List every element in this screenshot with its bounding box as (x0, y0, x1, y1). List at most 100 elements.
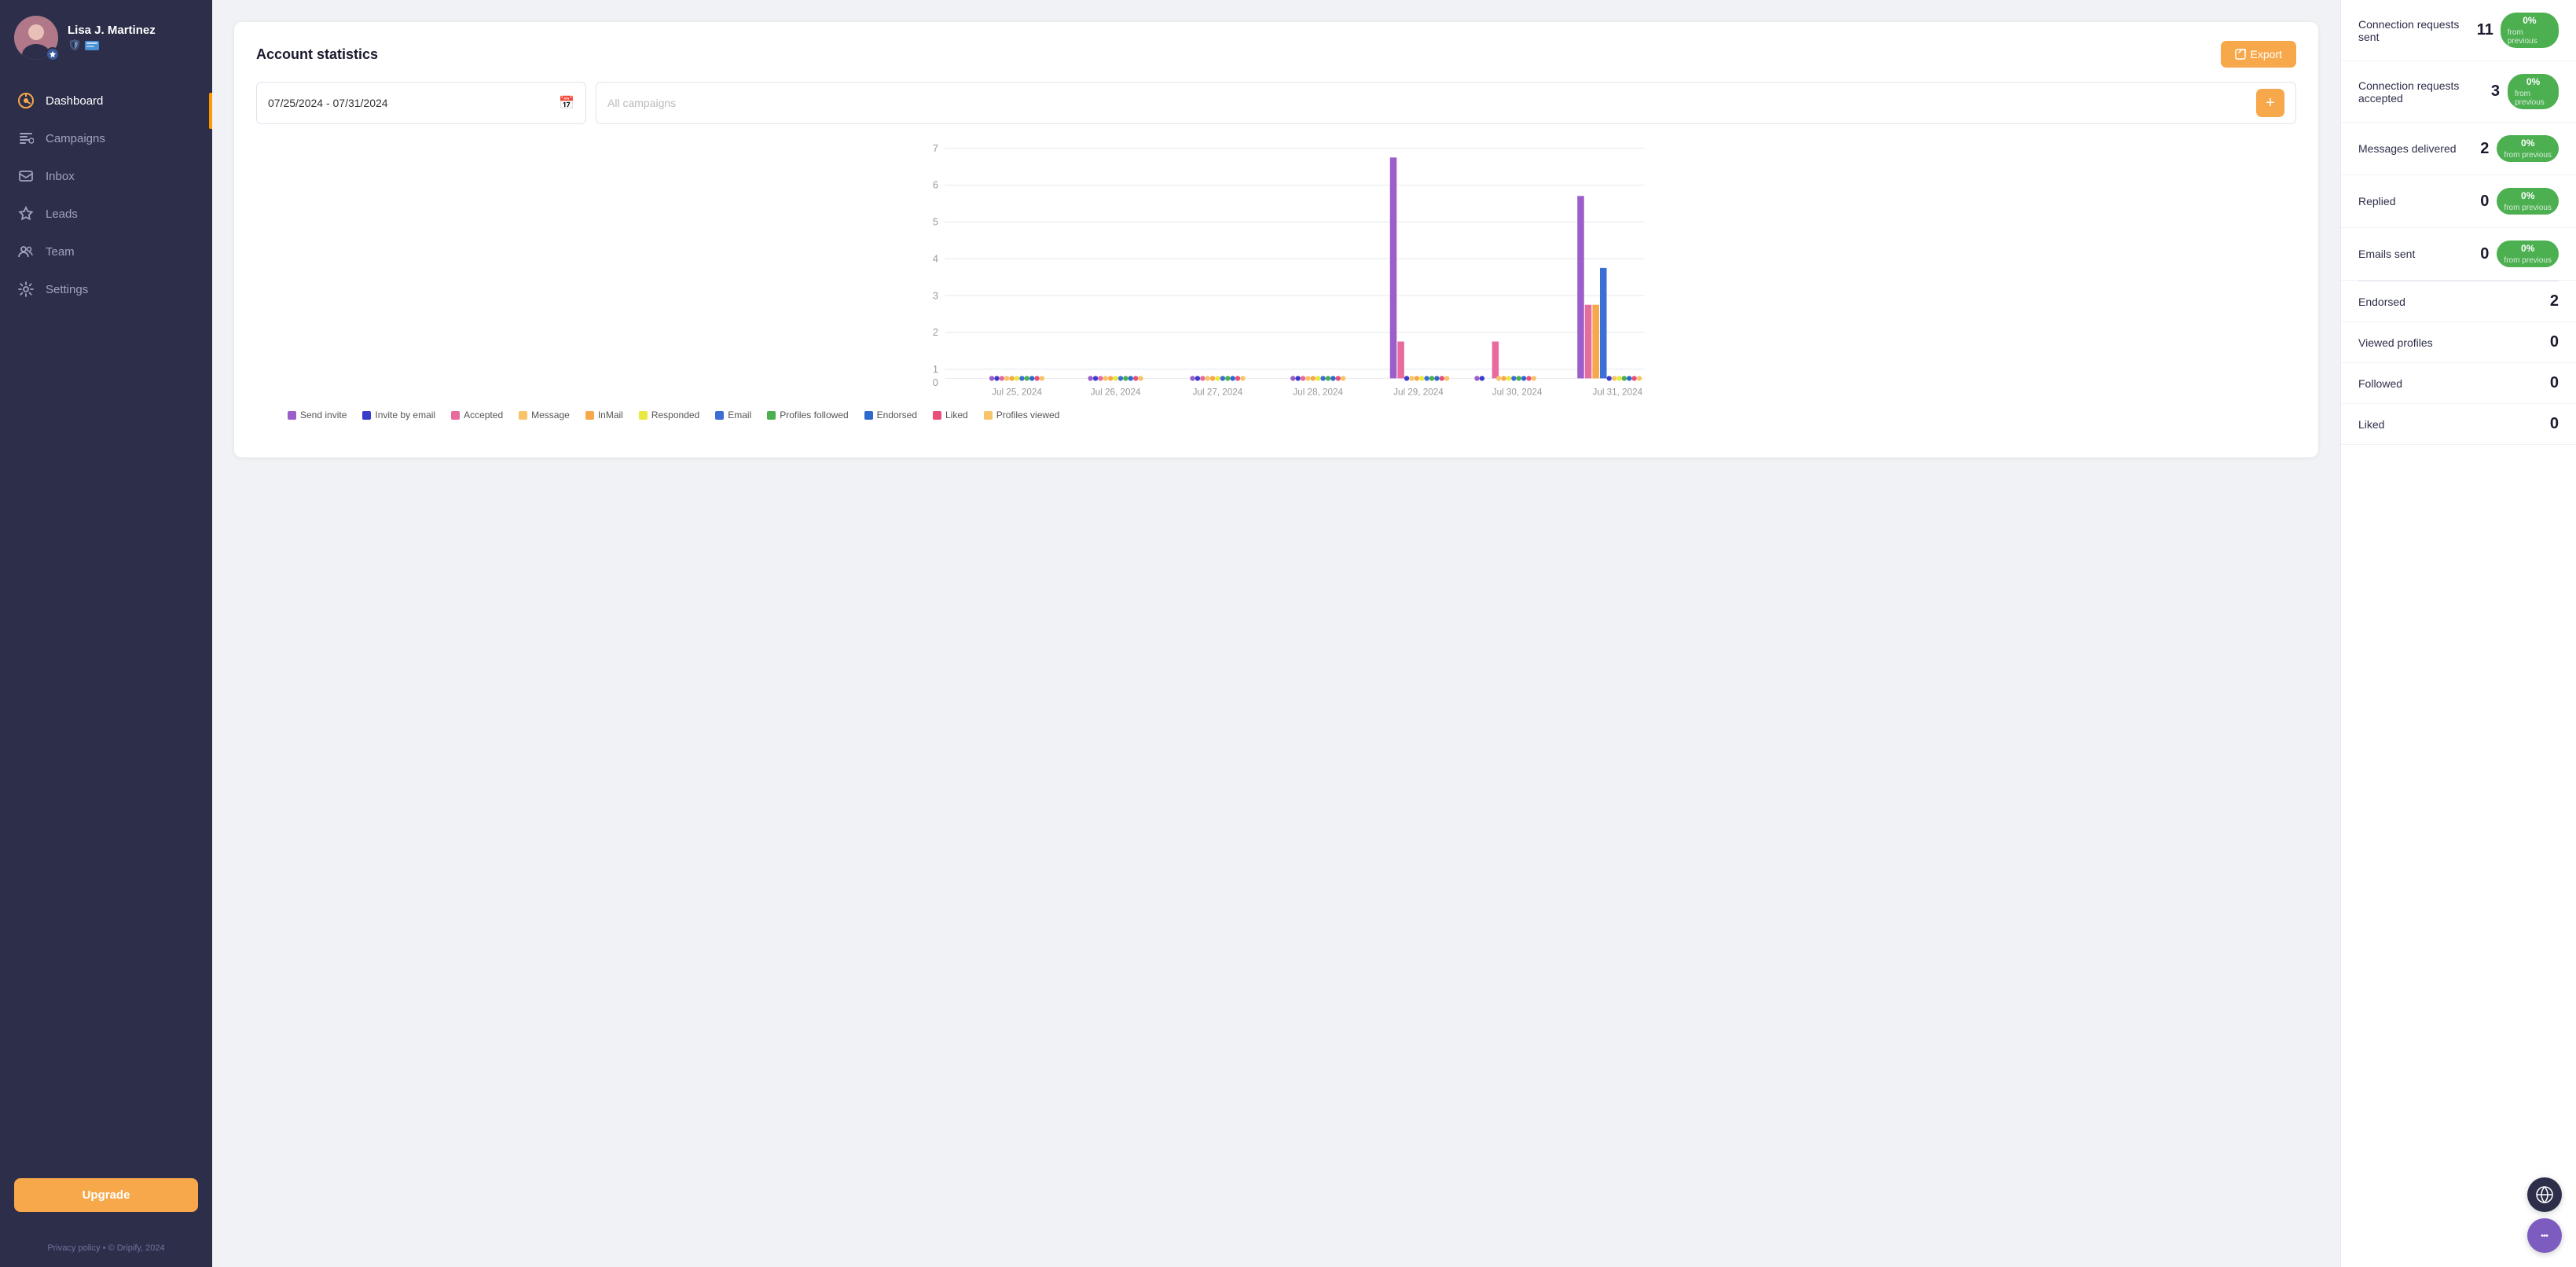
sidebar-item-dashboard[interactable]: Dashboard (0, 82, 212, 119)
stat-right: 11 0% from previous (2477, 13, 2559, 48)
stat-label: Liked (2358, 418, 2384, 431)
stat-row-connection-sent: Connection requests sent 11 0% from prev… (2341, 0, 2576, 61)
stat-value: 0 (2543, 415, 2559, 433)
sidebar-item-label: Dashboard (46, 94, 103, 108)
stat-row-liked: Liked 0 (2341, 404, 2576, 445)
profile-name: Lisa J. Martinez (68, 24, 156, 37)
svg-text:0: 0 (933, 376, 938, 388)
legend-accepted: Accepted (451, 409, 503, 420)
svg-text:2: 2 (933, 326, 938, 338)
svg-text:1: 1 (933, 363, 938, 375)
settings-icon (17, 281, 35, 298)
stat-row-emails-sent: Emails sent 0 0% from previous (2341, 228, 2576, 281)
export-icon (2235, 49, 2246, 60)
sidebar-item-label: Leads (46, 207, 78, 221)
svg-text:5: 5 (933, 216, 938, 228)
sidebar-item-inbox[interactable]: Inbox (0, 157, 212, 195)
right-panel: Connection requests sent 11 0% from prev… (2340, 0, 2576, 1267)
stat-value: 3 (2484, 83, 2500, 101)
profile-info: Lisa J. Martinez 🛡 (68, 24, 156, 52)
campaign-filter[interactable]: All campaigns + (596, 82, 2296, 124)
dashboard-icon (17, 92, 35, 109)
legend-send-invite: Send invite (288, 409, 347, 420)
stat-label: Replied (2358, 195, 2395, 207)
svg-text:3: 3 (933, 289, 938, 301)
sidebar-nav: Dashboard Campaigns Inbox (0, 75, 212, 1166)
stat-label: Connection requests accepted (2358, 79, 2484, 105)
sidebar-item-label: Team (46, 245, 75, 259)
stat-value: 0 (2473, 193, 2489, 211)
page-title: Account statistics (256, 46, 378, 63)
stat-row-replied: Replied 0 0% from previous (2341, 175, 2576, 228)
legend-inmail: InMail (585, 409, 623, 420)
leads-icon (17, 205, 35, 222)
chart-legend: Send invite Invite by email Accepted Mes… (256, 409, 2296, 420)
sidebar-footer: Privacy policy • © Dripify, 2024 (0, 1234, 212, 1267)
stat-badge: 0% from previous (2501, 13, 2559, 48)
sidebar: Lisa J. Martinez 🛡 (0, 0, 212, 1267)
legend-profiles-followed: Profiles followed (767, 409, 848, 420)
stat-label: Viewed profiles (2358, 336, 2433, 349)
team-icon (17, 243, 35, 260)
export-button[interactable]: Export (2221, 41, 2296, 68)
stat-label: Followed (2358, 377, 2402, 390)
legend-message: Message (519, 409, 570, 420)
stat-badge: 0% from previous (2497, 135, 2559, 162)
inbox-icon (17, 167, 35, 185)
add-campaign-button[interactable]: + (2256, 89, 2284, 117)
legend-invite-by-email: Invite by email (362, 409, 435, 420)
sidebar-item-settings[interactable]: Settings (0, 270, 212, 308)
stat-badge: 0% from previous (2508, 74, 2559, 109)
shield-icon: 🛡 (68, 39, 82, 52)
date-range-filter[interactable]: 07/25/2024 - 07/31/2024 📅 (256, 82, 586, 124)
legend-responded: Responded (639, 409, 699, 420)
svg-text:Jul 26, 2024: Jul 26, 2024 (1091, 387, 1141, 398)
bar-chart: 7 6 5 4 3 2 1 0 Jul 25, 2024 Jul 26, 202… (256, 140, 2296, 399)
svg-text:6: 6 (933, 179, 938, 191)
chat-button[interactable] (2527, 1218, 2562, 1253)
svg-text:Jul 25, 2024: Jul 25, 2024 (992, 387, 1042, 398)
stat-row-followed: Followed 0 (2341, 363, 2576, 404)
stats-header: Account statistics Export (256, 41, 2296, 68)
stat-value: 2 (2473, 140, 2489, 158)
campaigns-icon (17, 130, 35, 147)
stat-value: 11 (2477, 21, 2493, 39)
sidebar-item-label: Campaigns (46, 132, 105, 145)
stat-badge: 0% from previous (2497, 241, 2559, 267)
stat-row-endorsed: Endorsed 2 (2341, 281, 2576, 322)
stat-label: Connection requests sent (2358, 18, 2477, 43)
svg-text:Jul 28, 2024: Jul 28, 2024 (1293, 387, 1343, 398)
stat-value: 0 (2543, 333, 2559, 351)
translate-button[interactable] (2527, 1177, 2562, 1212)
svg-text:7: 7 (933, 142, 938, 154)
svg-text:Jul 30, 2024: Jul 30, 2024 (1492, 387, 1543, 398)
stat-label: Emails sent (2358, 248, 2415, 260)
svg-text:Jul 29, 2024: Jul 29, 2024 (1393, 387, 1444, 398)
svg-text:4: 4 (933, 252, 938, 264)
sidebar-profile: Lisa J. Martinez 🛡 (0, 0, 212, 75)
verified-badge (46, 47, 60, 61)
profile-tag-icon (85, 41, 99, 50)
stat-label: Messages delivered (2358, 142, 2457, 155)
main-content: Account statistics Export 07/25/2024 - 0… (212, 0, 2340, 1267)
legend-profiles-viewed: Profiles viewed (984, 409, 1060, 420)
legend-endorsed: Endorsed (864, 409, 917, 420)
avatar (14, 16, 58, 60)
upgrade-button[interactable]: Upgrade (14, 1178, 198, 1212)
stat-label: Endorsed (2358, 296, 2405, 308)
account-statistics-card: Account statistics Export 07/25/2024 - 0… (234, 22, 2318, 457)
stat-value: 0 (2543, 374, 2559, 392)
sidebar-item-team[interactable]: Team (0, 233, 212, 270)
sidebar-item-campaigns[interactable]: Campaigns (0, 119, 212, 157)
stat-badge: 0% from previous (2497, 188, 2559, 215)
sidebar-item-label: Inbox (46, 170, 75, 183)
stat-value: 2 (2543, 292, 2559, 310)
sidebar-item-label: Settings (46, 283, 88, 296)
chart-container: 7 6 5 4 3 2 1 0 Jul 25, 2024 Jul 26, 202… (256, 140, 2296, 439)
sidebar-item-leads[interactable]: Leads (0, 195, 212, 233)
legend-email: Email (715, 409, 751, 420)
stat-row-viewed-profiles: Viewed profiles 0 (2341, 322, 2576, 363)
legend-liked: Liked (933, 409, 968, 420)
stat-value: 0 (2473, 245, 2489, 263)
active-indicator (209, 93, 212, 129)
